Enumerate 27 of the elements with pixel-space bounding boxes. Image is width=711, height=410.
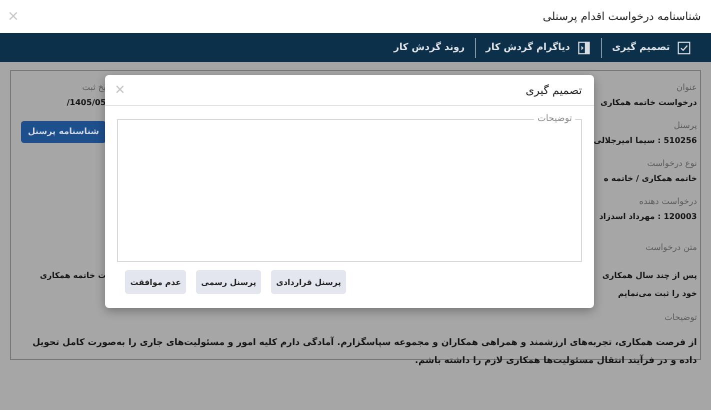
field-label: درخواست دهنده: [638, 196, 697, 209]
decision-button[interactable]: پرسنل رسمی: [196, 270, 262, 294]
toolbar-button[interactable]: دیاگرام گردش کار: [476, 40, 602, 54]
field-label: یخ ثبت: [81, 82, 106, 95]
toolbar-button[interactable]: تصمیم گیری: [602, 40, 701, 54]
field-value: 120003 : مهرداد اسدزاد: [598, 211, 697, 223]
description-field[interactable]: توضیحات: [117, 114, 582, 262]
request-text: پس از چند سال همکاری: [601, 270, 697, 282]
decision-button[interactable]: پرسنل قراردادی: [271, 270, 346, 294]
field-label: توضیحات: [663, 312, 697, 325]
dialog-title: تصمیم گیری: [526, 84, 582, 96]
field-label: متن درخواست: [644, 242, 697, 255]
field-value: 1405/05/: [66, 97, 106, 109]
sidebar-icon: [577, 40, 592, 54]
field-label: عنوان: [675, 82, 697, 95]
toolbar-button[interactable]: روند گردش کار: [384, 42, 475, 53]
notes-text: از فرصت همکاری، تجربه‌های ارزشمند و همراهی همکاران و مجموعه سپاسگزارم. آمادگی دارم کلیه امور و مسئولیت‌های جاری را به‌صورت کامل تحویل داده و در فرآیند انتقال مسئولیت‌ها همکاری لازم را داشته باشم.: [31, 336, 697, 368]
window-title: شناسنامه درخواست اقدام پرسنلی: [542, 10, 701, 23]
field-label: پرسنل: [672, 120, 697, 133]
checkbox-icon: [677, 40, 691, 54]
request-text: خود را ثبت می‌نمایم: [616, 288, 697, 300]
profile-button[interactable]: شناسنامه پرسنل: [21, 121, 106, 143]
decision-button[interactable]: عدم موافقت: [125, 270, 186, 294]
field-label: نوع درخواست: [646, 158, 697, 171]
field-value: درخواست خاتمه همکاری: [599, 97, 697, 109]
field-value: خاتمه همکاری / خاتمه ه: [602, 173, 697, 185]
field-value: 510256 : سیما امیرجلالی: [595, 135, 697, 147]
